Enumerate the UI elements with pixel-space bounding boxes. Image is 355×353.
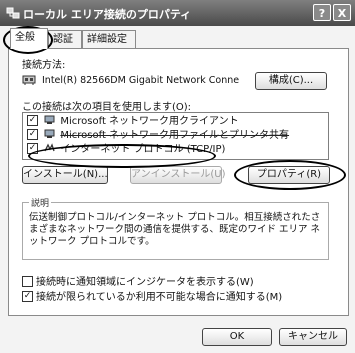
description-title: 説明 [29, 196, 52, 209]
description-group: 説明 伝送制御プロトコル/インターネット プロトコル。相互接続されたさまざまなネ… [22, 196, 329, 260]
help-button[interactable]: ? [313, 4, 331, 21]
adapter-name: Intel(R) 82566DM Gigabit Network Conne [42, 75, 240, 86]
list-item-label: Microsoft ネットワーク用ファイルとプリンタ共有 [60, 130, 290, 141]
window-title: ローカル エリア接続のプロパティ [23, 8, 192, 21]
list-item[interactable]: ✓ Microsoft ネットワーク用クライアント [27, 114, 239, 128]
properties-button[interactable]: プロパティ(R) [248, 166, 330, 184]
checkbox[interactable]: ✓ [27, 128, 38, 140]
show-icon-option[interactable]: 接続時に通知領域にインジケータを表示する(W) [22, 273, 254, 288]
notify-checkbox[interactable]: ✓ [22, 290, 33, 302]
list-item-label: インターネット プロトコル (TCP/IP) [60, 144, 226, 155]
list-item-label: Microsoft ネットワーク用クライアント [60, 116, 239, 127]
cancel-button[interactable]: キャンセル [279, 328, 347, 346]
network-client-icon [44, 115, 55, 124]
checkbox[interactable]: ✓ [27, 142, 38, 154]
protocol-icon [44, 143, 55, 152]
configure-button[interactable]: 構成(C)... [255, 72, 327, 90]
show-icon-label: 接続時に通知領域にインジケータを表示する(W) [36, 277, 254, 288]
list-item[interactable]: ✓ Microsoft ネットワーク用ファイルとプリンタ共有 [27, 128, 290, 142]
tab-advanced[interactable]: 詳細設定 [82, 30, 136, 48]
network-connection-icon [6, 7, 20, 19]
list-item[interactable]: ✓ インターネット プロトコル (TCP/IP) [27, 142, 226, 156]
description-text: 伝送制御プロトコル/インターネット プロトコル。相互接続されたさまざまなネットワ… [29, 212, 321, 247]
install-button[interactable]: インストール(N)... [22, 166, 108, 184]
checkbox[interactable]: ✓ [27, 114, 38, 126]
connect-using-label: 接続方法: [22, 60, 66, 71]
close-button[interactable]: X [333, 4, 351, 21]
components-list[interactable]: ✓ Microsoft ネットワーク用クライアント ✓ Microsoft ネッ… [22, 112, 329, 160]
network-adapter-icon [22, 75, 36, 85]
properties-dialog: ローカル エリア接続のプロパティ ? X 全般 認証 詳細設定 接続方法: In… [0, 0, 355, 353]
file-printer-sharing-icon [44, 129, 55, 138]
uninstall-button[interactable]: アンインストール(U) [130, 166, 226, 184]
notify-label: 接続が限られているか利用不可能な場合に通知する(M) [36, 292, 283, 303]
title-bar: ローカル エリア接続のプロパティ ? X [0, 0, 355, 26]
tab-authentication[interactable]: 認証 [48, 30, 82, 48]
tab-general[interactable]: 全般 [10, 28, 48, 49]
show-icon-checkbox[interactable] [22, 275, 33, 287]
items-label: この接続は次の項目を使用します(O): [22, 102, 192, 113]
ok-button[interactable]: OK [202, 328, 272, 346]
notify-option[interactable]: ✓ 接続が限られているか利用不可能な場合に通知する(M) [22, 288, 282, 303]
